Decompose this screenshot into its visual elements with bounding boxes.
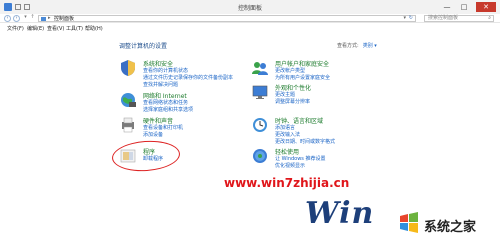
view-by: 查看方式: 类别 ▾: [337, 42, 377, 49]
minimize-button[interactable]: —: [440, 2, 454, 12]
category-link[interactable]: 查看设备和打印机: [143, 124, 183, 131]
highlight-circle: [111, 138, 181, 174]
title-bar: 控制面板 — □ ✕: [0, 0, 500, 14]
category-link[interactable]: 优化视频显示: [275, 162, 305, 169]
printer-icon[interactable]: [119, 116, 137, 134]
window-title: 控制面板: [237, 5, 262, 12]
refresh-icon[interactable]: ↻: [409, 15, 413, 21]
menu-help[interactable]: 帮助(H): [85, 25, 103, 32]
path-separator-icon: ▸: [48, 15, 51, 21]
menu-file[interactable]: 文件(F): [7, 25, 24, 32]
recent-pages-button[interactable]: ▾: [22, 15, 29, 22]
forward-button[interactable]: ›: [13, 15, 20, 22]
category-link[interactable]: 查看网络状态和任务: [143, 99, 188, 106]
back-button[interactable]: ‹: [4, 15, 11, 22]
category-link[interactable]: 添加语言: [275, 124, 295, 131]
category-link[interactable]: 为所有用户设置家庭安全: [275, 74, 330, 81]
category-link[interactable]: 通过文件历史记录保存你的文件备份副本: [143, 74, 233, 81]
address-field[interactable]: ▸ 控制面板 ▾ ↻: [38, 15, 416, 22]
category-link[interactable]: 查找并解决问题: [143, 81, 178, 88]
up-button[interactable]: ↑: [29, 15, 36, 22]
users-icon[interactable]: [251, 59, 269, 77]
view-by-dropdown[interactable]: 类别 ▾: [363, 43, 377, 49]
category-link[interactable]: 更改帐户类型: [275, 67, 305, 74]
clock-icon[interactable]: [251, 116, 269, 134]
menu-view[interactable]: 查看(V): [47, 25, 64, 32]
category-link[interactable]: 添加设备: [143, 131, 163, 138]
category-link[interactable]: 更改日期、时间或数字格式: [275, 138, 335, 145]
category-link[interactable]: 更改输入法: [275, 131, 300, 138]
category-link[interactable]: 选择家庭组和共享选项: [143, 106, 193, 113]
category-link[interactable]: 让 Windows 推荐设置: [275, 155, 326, 162]
search-placeholder: 搜索控制面板: [428, 15, 459, 21]
watermark-brand: 系统之家: [424, 220, 477, 235]
view-by-label: 查看方式:: [337, 43, 359, 49]
category-link[interactable]: 调整屏幕分辨率: [275, 98, 310, 105]
category-link[interactable]: 更改主题: [275, 91, 295, 98]
close-button[interactable]: ✕: [476, 2, 496, 12]
category-link[interactable]: 查看你的计算机状态: [143, 67, 188, 74]
search-input[interactable]: 搜索控制面板 ⌕: [424, 15, 494, 22]
address-path: 控制面板: [54, 16, 75, 22]
accessibility-icon[interactable]: [251, 147, 269, 165]
address-bar-row: ‹ › ▾ ↑ ▸ 控制面板 ▾ ↻ 搜索控制面板 ⌕: [0, 14, 500, 23]
menu-tools[interactable]: 工具(T): [66, 25, 83, 32]
page-title: 调整计算机的设置: [119, 43, 168, 50]
control-panel-small-icon: [41, 17, 46, 21]
address-dropdown-icon[interactable]: ▾: [403, 15, 406, 21]
maximize-button[interactable]: □: [457, 2, 471, 12]
windows-flag-icon: [400, 212, 418, 233]
globe-icon[interactable]: [119, 91, 137, 109]
shield-icon[interactable]: [119, 59, 137, 77]
menu-edit[interactable]: 编辑(E): [27, 25, 44, 32]
search-icon[interactable]: ⌕: [488, 16, 491, 21]
watermark-logo-text: Win: [305, 196, 375, 231]
menu-bar: 文件(F) 编辑(E) 查看(V) 工具(T) 帮助(H): [0, 24, 500, 32]
watermark-url: www.win7zhijia.cn: [224, 176, 350, 190]
display-icon[interactable]: [251, 83, 269, 101]
